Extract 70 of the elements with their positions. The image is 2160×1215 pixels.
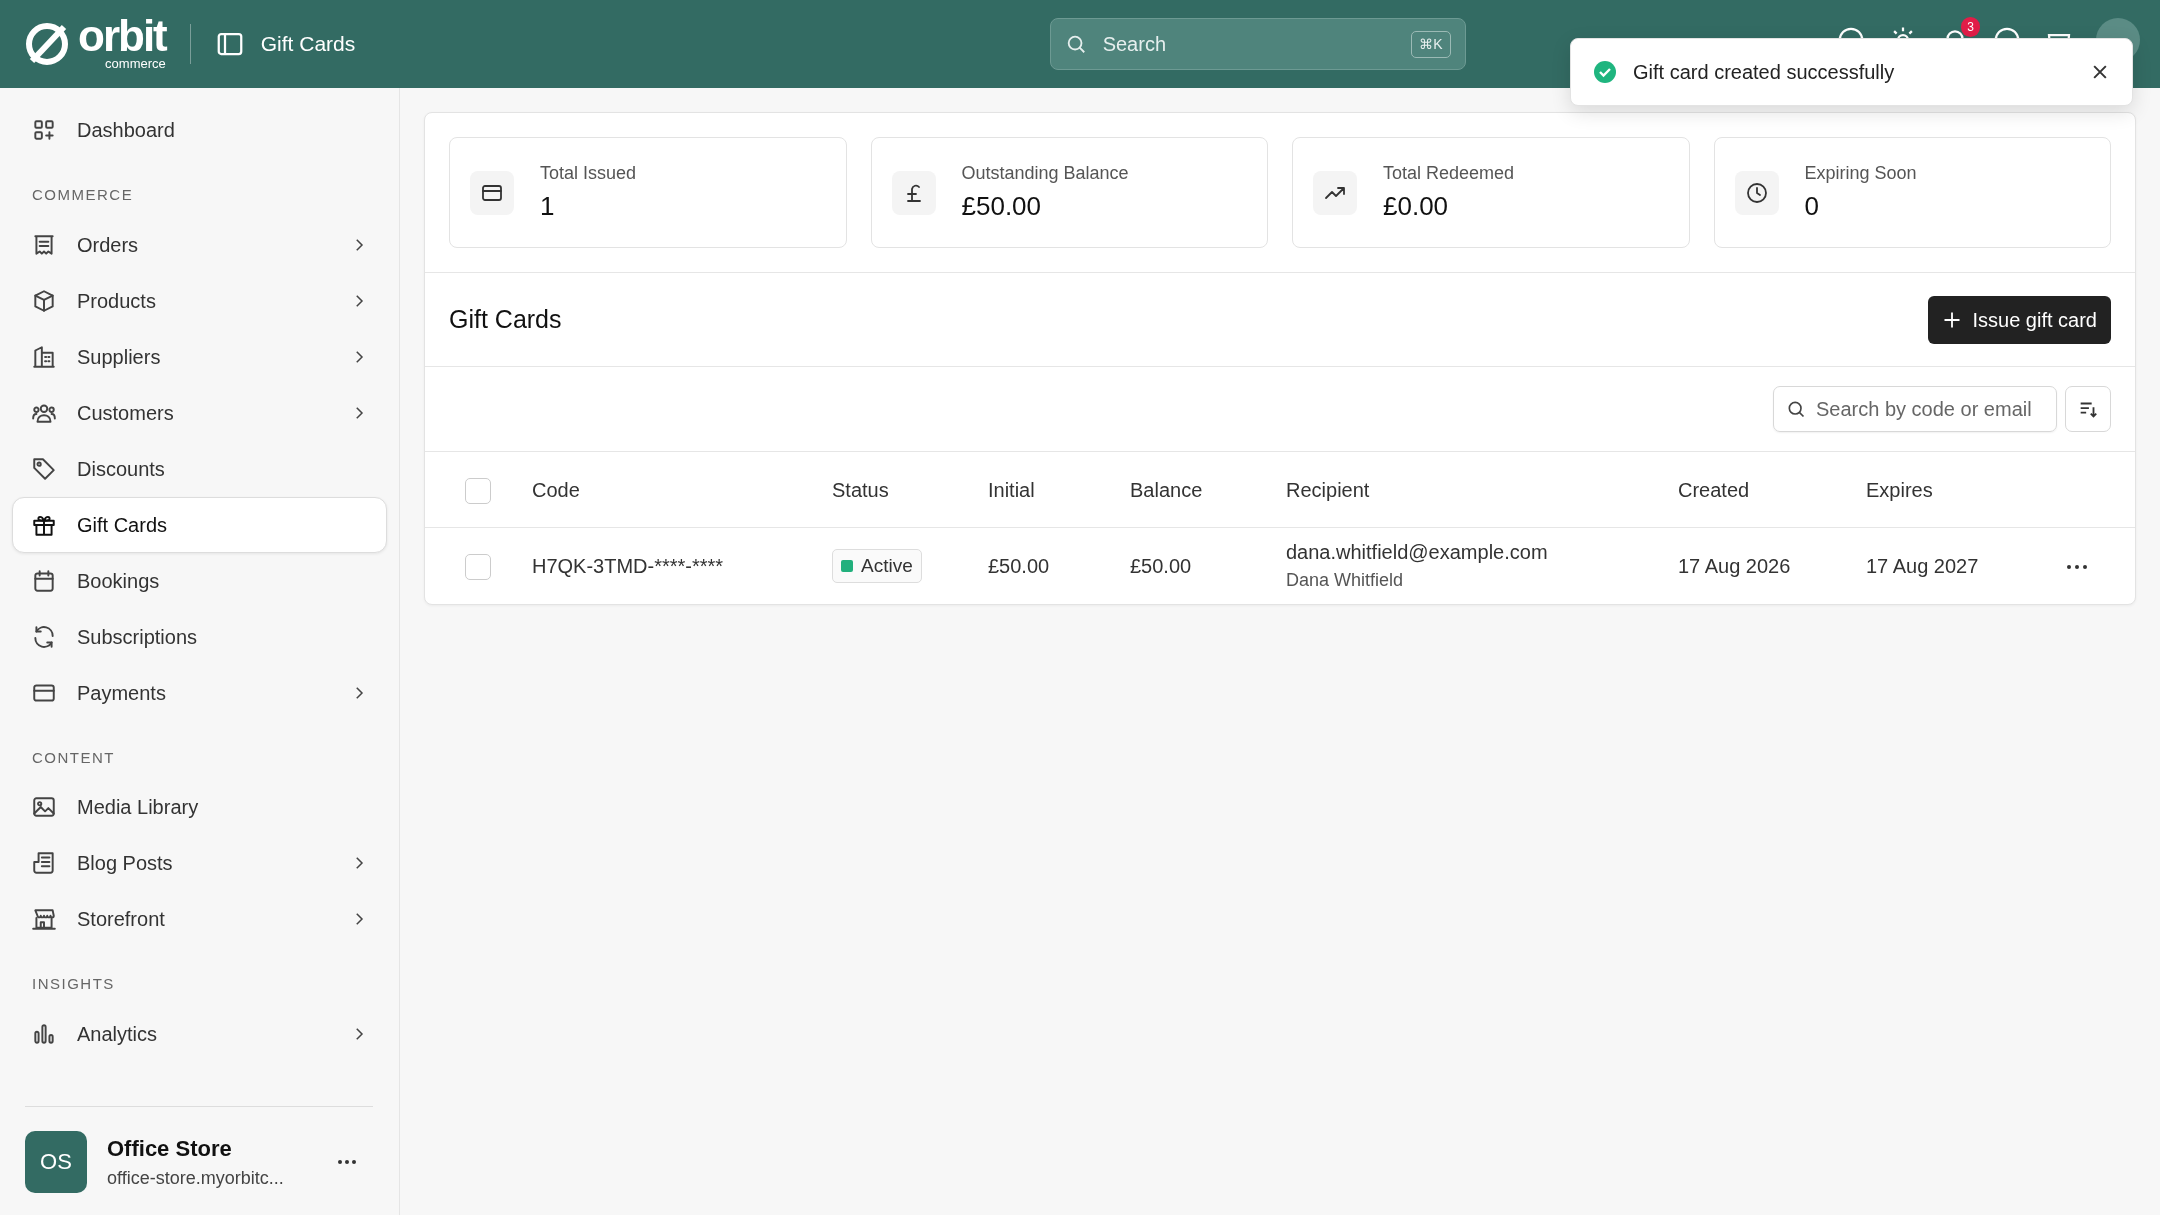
stat-value: 1 xyxy=(540,189,556,223)
sidebar-item[interactable]: Storefront xyxy=(12,891,387,947)
column-header[interactable]: Status xyxy=(832,478,889,501)
column-header[interactable]: Expires xyxy=(1866,478,1933,501)
more-icon[interactable] xyxy=(337,1158,357,1165)
search-field[interactable]: Search ⌘K xyxy=(1049,18,1466,70)
table-cell: £50.00 xyxy=(988,554,1050,577)
section-heading: CONTENT xyxy=(31,747,116,768)
sidebar-item[interactable]: Blog Posts xyxy=(12,835,387,891)
page-title: Gift Cards xyxy=(260,31,356,58)
store-name: Office Store xyxy=(107,1134,233,1163)
sidebar-item[interactable]: Bookings xyxy=(12,552,387,609)
table-cell: 17 Aug 2026 xyxy=(1678,554,1791,577)
grid-icon xyxy=(31,117,57,143)
refresh-icon xyxy=(31,623,57,650)
column-header[interactable]: Created xyxy=(1678,478,1750,501)
stat-value: 0 xyxy=(1804,189,1820,223)
store-url: office-store.myorbitc... xyxy=(107,1166,284,1190)
stat-label: Total Issued xyxy=(540,161,637,185)
sidebar-item[interactable]: Customers xyxy=(12,384,387,441)
recipient-name: Dana Whitfield xyxy=(1286,569,1405,593)
check-circle-icon xyxy=(1593,60,1617,84)
stat-value: £50.00 xyxy=(961,189,1043,223)
notification-badge: 3 xyxy=(1961,17,1980,37)
column-header[interactable]: Recipient xyxy=(1286,478,1370,501)
logo-icon xyxy=(24,21,70,67)
toast-message: Gift card created successfully xyxy=(1633,60,1895,85)
stat-label: Total Redeemed xyxy=(1383,161,1515,185)
cube-icon xyxy=(31,287,57,314)
sidebar-item[interactable]: Analytics xyxy=(12,1005,387,1062)
clock-icon xyxy=(1744,180,1769,205)
sidebar-item[interactable]: Payments xyxy=(12,664,387,721)
recipient-email: dana.whitfield@example.com xyxy=(1286,540,1549,566)
filter-search-field[interactable]: Search by code or email xyxy=(1773,386,2057,432)
store-avatar: OS xyxy=(25,1130,87,1193)
column-header[interactable]: Balance xyxy=(1130,478,1203,501)
sidebar-item[interactable]: Discounts xyxy=(12,440,387,497)
stat-label: Outstanding Balance xyxy=(961,161,1129,185)
sidebar-item[interactable]: Products xyxy=(12,272,387,329)
table-cell: H7QK-3TMD-****-**** xyxy=(532,554,724,577)
section-heading: INSIGHTS xyxy=(31,974,116,994)
calendar-icon xyxy=(31,567,57,594)
sidebar-item[interactable]: Dashboard xyxy=(12,102,387,158)
newspaper-icon xyxy=(31,850,57,876)
row-checkbox[interactable] xyxy=(465,554,491,581)
sidebar-item[interactable]: Orders xyxy=(12,216,387,273)
tag-icon xyxy=(31,455,57,482)
section-heading: COMMERCE xyxy=(31,185,135,205)
stat-value: £0.00 xyxy=(1383,189,1450,223)
column-header[interactable]: Initial xyxy=(988,478,1035,501)
sidebar-item[interactable]: Suppliers xyxy=(12,328,387,385)
status-badge: Active xyxy=(832,548,922,583)
table-cell: £50.00 xyxy=(1130,554,1192,577)
search-placeholder: Search xyxy=(1102,32,1166,57)
sort-button[interactable] xyxy=(2065,386,2111,432)
column-header[interactable]: Code xyxy=(532,478,580,501)
building-icon xyxy=(31,343,57,370)
panel-title: Gift Cards xyxy=(449,303,562,335)
more-icon[interactable] xyxy=(2066,564,2088,571)
issue-gift-card-button[interactable]: Issue gift card xyxy=(1928,295,2111,344)
image-icon xyxy=(31,794,57,820)
sidebar-item[interactable]: Subscriptions xyxy=(12,608,387,665)
storefront-icon xyxy=(31,906,57,932)
shortcut-hint: ⌘K xyxy=(1411,30,1451,58)
table-cell: 17 Aug 2027 xyxy=(1866,554,1979,577)
sidebar-item[interactable]: Media Library xyxy=(12,779,387,835)
sidebar-item[interactable]: Gift Cards xyxy=(12,496,387,553)
select-all-checkbox[interactable] xyxy=(465,478,491,505)
search-icon xyxy=(1786,399,1806,419)
stat-label: Expiring Soon xyxy=(1804,161,1917,185)
